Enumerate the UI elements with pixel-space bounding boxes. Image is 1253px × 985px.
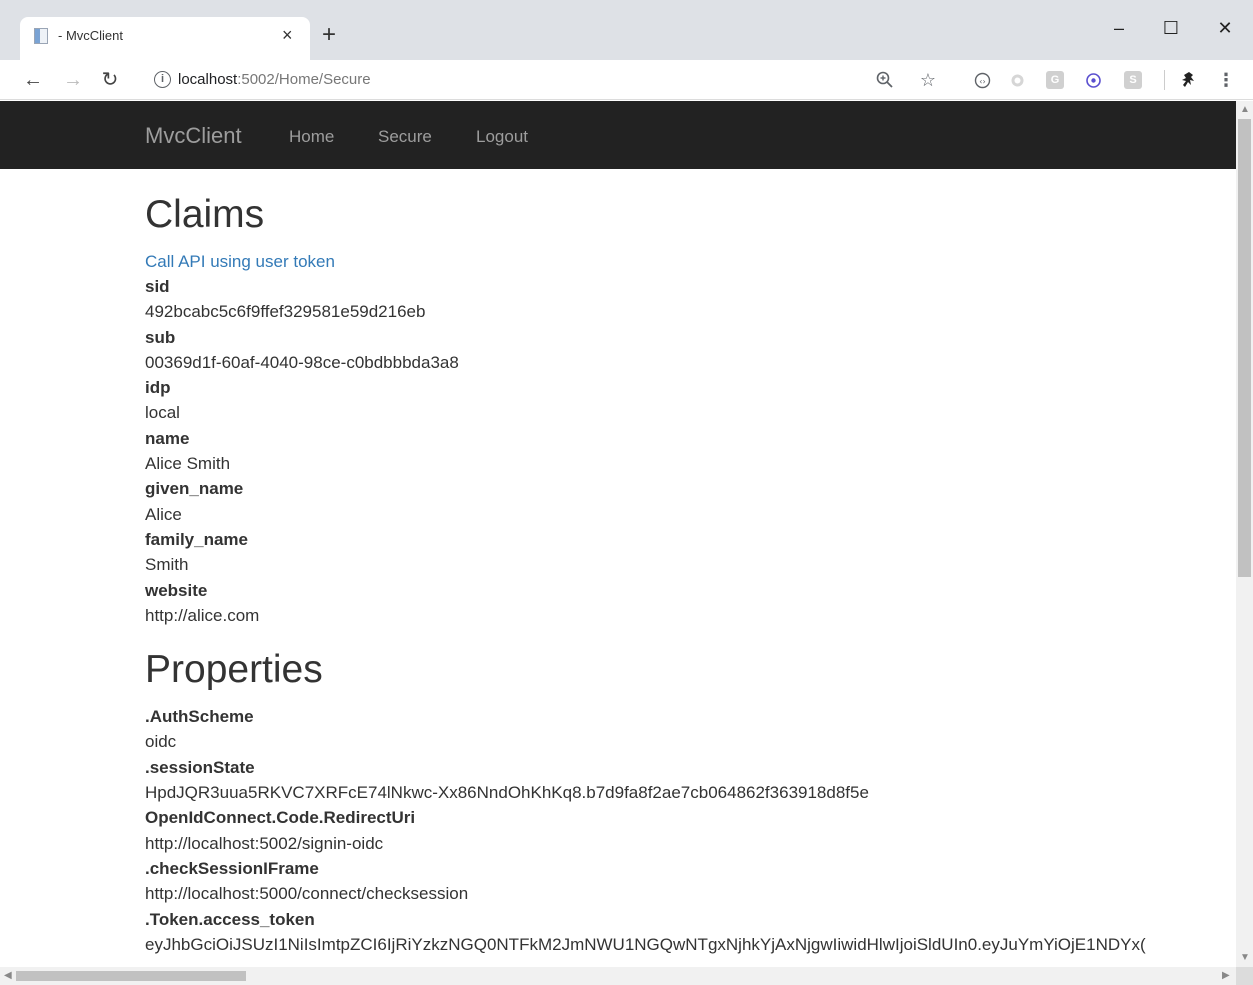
extension-target-icon[interactable] xyxy=(1085,72,1102,89)
property-key: .sessionState xyxy=(145,757,255,777)
claim-key: idp xyxy=(145,378,171,398)
vertical-scrollbar[interactable]: ▲ ▼ xyxy=(1236,101,1253,967)
claim-key: website xyxy=(145,580,208,600)
claim-value: 492bcabc5c6f9ffef329581e59d216eb xyxy=(145,302,426,322)
tab-title: - MvcClient xyxy=(58,28,124,43)
claim-key: given_name xyxy=(145,479,244,499)
navbar-brand[interactable]: MvcClient xyxy=(145,123,242,149)
horizontal-scroll-thumb[interactable] xyxy=(16,971,246,981)
property-value: http://localhost:5002/signin-oidc xyxy=(145,833,384,853)
address-url[interactable]: localhost:5002/Home/Secure xyxy=(178,71,371,88)
forward-button[interactable]: → xyxy=(60,66,86,94)
back-button[interactable]: ← xyxy=(20,66,46,94)
vertical-scroll-thumb[interactable] xyxy=(1238,119,1251,577)
claims-list: sid 492bcabc5c6f9ffef329581e59d216eb sub… xyxy=(145,274,1236,628)
page-favicon-icon xyxy=(34,28,48,44)
extension-g-icon[interactable]: G xyxy=(1046,71,1064,89)
scroll-down-arrow-icon[interactable]: ▼ xyxy=(1240,953,1250,963)
address-bar[interactable]: i localhost:5002/Home/Secure xyxy=(136,64,952,96)
browser-titlebar: - MvcClient × + – ☐ ✕ xyxy=(0,0,1253,60)
claim-key: sid xyxy=(145,277,170,296)
property-key: .checkSessionIFrame xyxy=(145,858,319,878)
claim-value: Alice Smith xyxy=(145,454,231,474)
scroll-up-arrow-icon[interactable]: ▲ xyxy=(1240,105,1250,115)
nav-link-secure[interactable]: Secure xyxy=(378,127,432,147)
reload-button[interactable]: ↻ xyxy=(97,66,123,94)
tab-close-icon[interactable]: × xyxy=(282,25,293,45)
site-navbar: MvcClient Home Secure Logout xyxy=(0,101,1236,169)
property-key: .Token.access_token xyxy=(145,909,315,929)
horizontal-scrollbar[interactable]: ◀ ▶ xyxy=(0,967,1236,985)
property-key: .AuthScheme xyxy=(145,707,254,727)
claim-value: Smith xyxy=(145,555,189,575)
claim-key: name xyxy=(145,428,190,448)
properties-heading: Properties xyxy=(145,648,323,692)
page-viewport: MvcClient Home Secure Logout Claims Call… xyxy=(0,101,1236,967)
profile-avatar-icon[interactable] xyxy=(1180,70,1200,92)
call-api-link[interactable]: Call API using user token xyxy=(145,249,1236,274)
claim-value: local xyxy=(145,403,180,423)
claim-key: sub xyxy=(145,327,176,347)
claim-key: family_name xyxy=(145,529,248,549)
new-tab-button[interactable]: + xyxy=(322,22,336,48)
menu-kebab-icon[interactable]: ⋮ xyxy=(1216,70,1236,90)
svg-text:‹›: ‹› xyxy=(979,77,985,86)
property-value: eyJhbGciOiJSUzI1NiIsImtpZCI6IjRiYzkzNGQ0… xyxy=(145,934,1146,954)
browser-toolbar: ← → ↻ i localhost:5002/Home/Secure ☆ ‹› … xyxy=(0,60,1253,100)
property-value: http://localhost:5000/connect/checksessi… xyxy=(145,884,469,904)
main-content: Claims Call API using user token sid 492… xyxy=(145,191,1236,957)
claim-value: 00369d1f-60af-4040-98ce-c0bdbbbda3a8 xyxy=(145,352,459,372)
scrollbar-corner xyxy=(1236,967,1253,985)
extension-s-icon[interactable]: S xyxy=(1124,71,1142,89)
properties-list: .AuthScheme oidc .sessionState HpdJQR3uu… xyxy=(145,704,1236,957)
extension-code-icon[interactable]: ‹› xyxy=(974,72,991,89)
claims-heading: Claims xyxy=(145,193,265,236)
claim-value: http://alice.com xyxy=(145,605,260,625)
site-info-icon[interactable]: i xyxy=(154,71,171,88)
toolbar-divider xyxy=(1164,70,1165,90)
zoom-icon[interactable] xyxy=(876,71,894,89)
nav-link-logout[interactable]: Logout xyxy=(476,127,528,147)
bookmark-star-icon[interactable]: ☆ xyxy=(918,70,938,90)
maximize-button[interactable]: ☐ xyxy=(1148,14,1194,42)
nav-link-home[interactable]: Home xyxy=(289,127,334,147)
browser-tab[interactable]: - MvcClient × xyxy=(20,17,310,60)
scroll-right-arrow-icon[interactable]: ▶ xyxy=(1222,971,1230,981)
scroll-left-arrow-icon[interactable]: ◀ xyxy=(4,971,12,981)
close-window-button[interactable]: ✕ xyxy=(1202,14,1248,42)
property-value: HpdJQR3uua5RKVC7XRFcE74lNkwc-Xx86NndOhKh… xyxy=(145,783,869,803)
minimize-button[interactable]: – xyxy=(1096,14,1142,42)
extension-circle-icon[interactable] xyxy=(1010,73,1025,88)
claim-value: Alice xyxy=(145,504,182,524)
property-key: OpenIdConnect.Code.RedirectUri xyxy=(145,808,416,828)
property-value: oidc xyxy=(145,732,177,752)
